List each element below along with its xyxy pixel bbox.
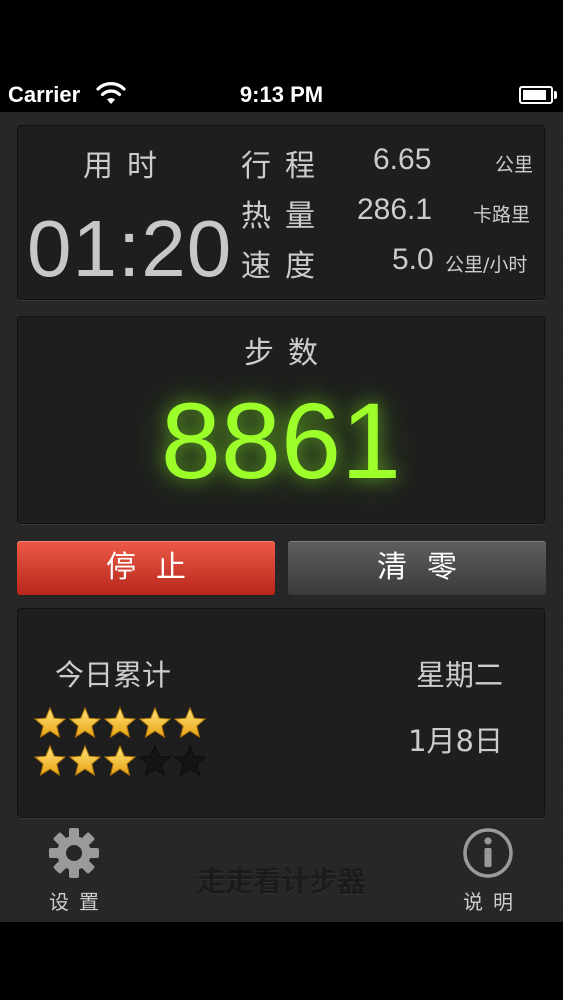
today-panel: 今日累计 星期二 1月8日 [17, 608, 545, 818]
weekday: 星期二 [415, 658, 503, 692]
distance-unit: 公里 [495, 154, 534, 176]
speed-value: 5.0 [392, 243, 434, 276]
date: 1月8日 [408, 724, 503, 758]
battery-icon [519, 86, 557, 104]
star-row [33, 744, 213, 782]
steps-count: 8861 [160, 380, 402, 501]
tab-bar: 设置 走走看计步器 说明 [0, 818, 563, 922]
elapsed-label: 用时 [83, 149, 171, 184]
star-filled-icon [103, 744, 137, 777]
stats-panel: 用时 01:20 行程 6.65 公里 热量 286.1 卡路里 速度 5.0 … [17, 125, 545, 300]
status-bar: Carrier 9:13 PM [0, 78, 563, 112]
star-filled-icon [103, 706, 137, 739]
star-empty-icon [138, 744, 172, 777]
distance-label: 行程 [241, 149, 329, 184]
star-empty-icon [173, 744, 207, 777]
speed-label: 速度 [241, 249, 329, 284]
star-filled-icon [173, 706, 207, 739]
star-filled-icon [138, 706, 172, 739]
star-filled-icon [33, 744, 67, 777]
steps-label: 步数 [244, 336, 332, 371]
reset-button[interactable]: 清零 [288, 541, 546, 595]
star-rating [33, 706, 213, 782]
star-row [33, 706, 213, 744]
speed-unit: 公里/小时 [445, 254, 528, 276]
calories-label: 热量 [241, 199, 329, 234]
stop-button[interactable]: 停止 [17, 541, 275, 595]
distance-value: 6.65 [373, 143, 432, 176]
today-total-label: 今日累计 [55, 658, 172, 692]
battery-fill [523, 90, 546, 100]
info-icon [463, 828, 513, 878]
app-view: 用时 01:20 行程 6.65 公里 热量 286.1 卡路里 速度 5.0 … [0, 112, 563, 922]
star-filled-icon [33, 706, 67, 739]
star-filled-icon [68, 706, 102, 739]
elapsed-time: 01:20 [27, 204, 233, 293]
help-tab[interactable]: 说明 [448, 826, 528, 915]
calories-unit: 卡路里 [473, 204, 531, 226]
calories-value: 286.1 [357, 193, 433, 226]
screen: Carrier 9:13 PM 用时 01:20 行程 6.65 公里 热量 2… [0, 0, 563, 1000]
star-filled-icon [68, 744, 102, 777]
status-time: 9:13 PM [239, 82, 324, 107]
help-label: 说明 [463, 890, 523, 914]
steps-panel: 步数 8861 [17, 316, 545, 524]
